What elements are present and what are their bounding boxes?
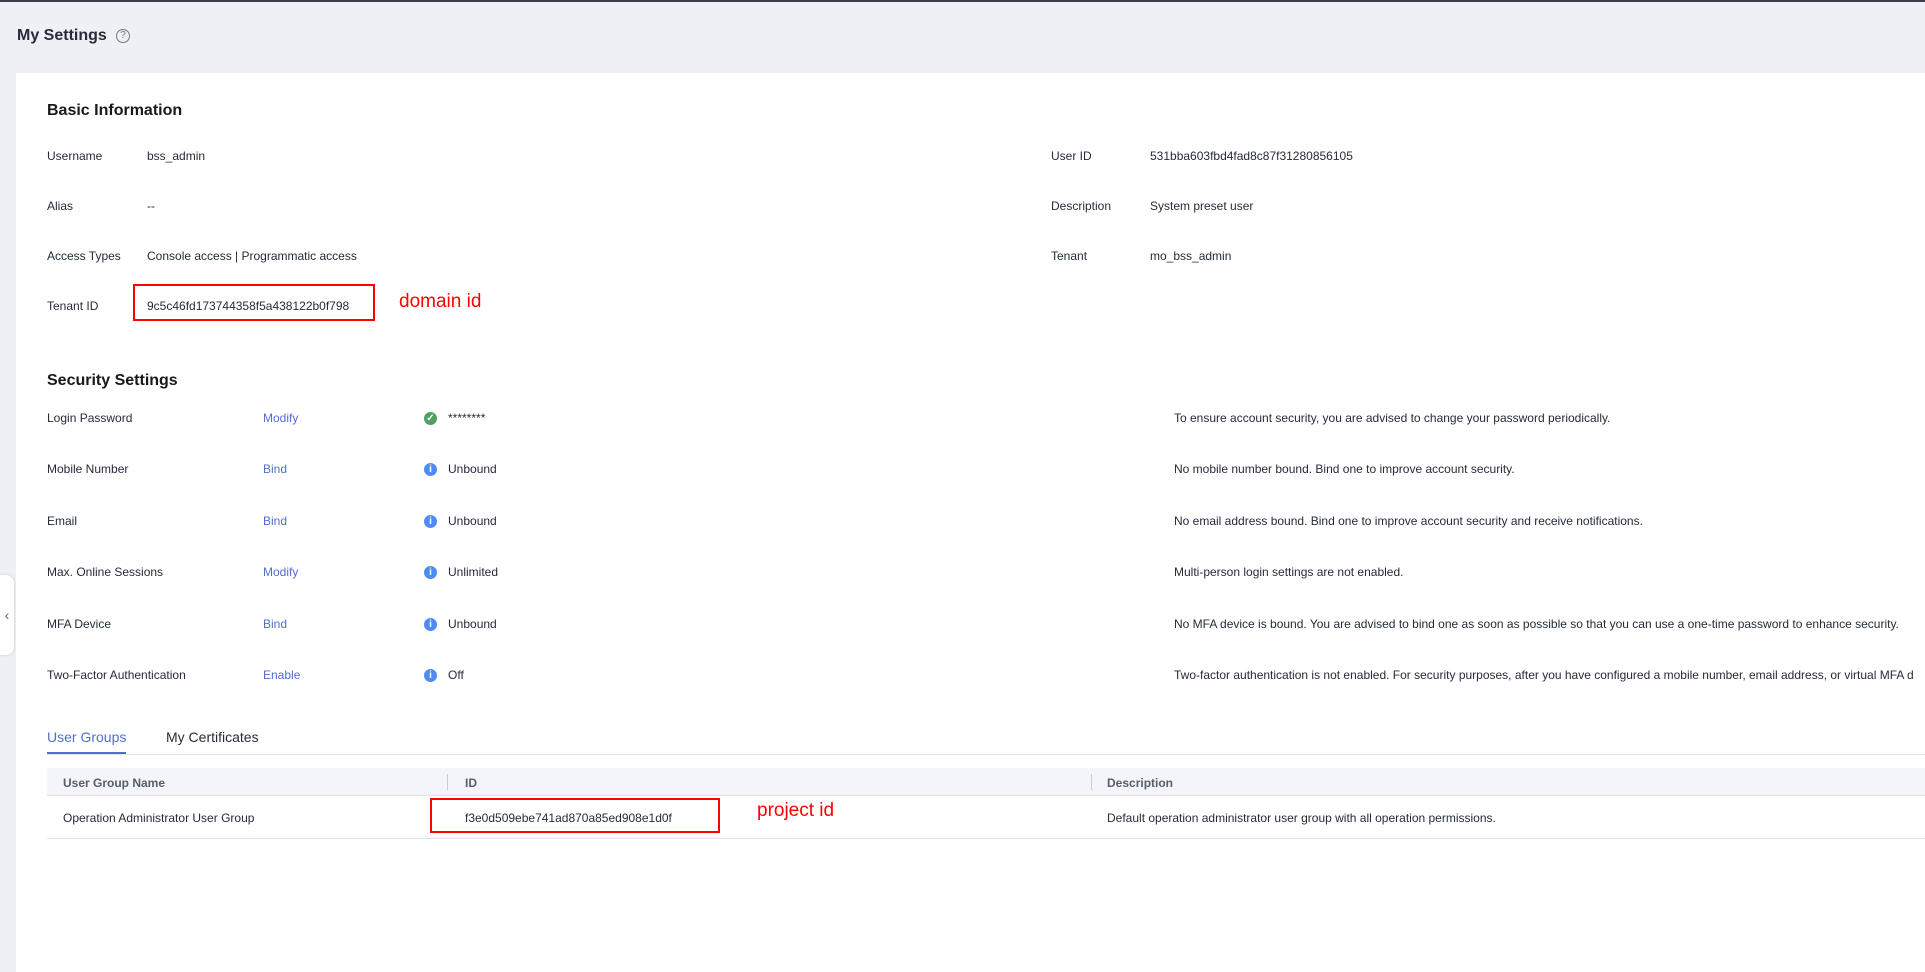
security-status: ********	[448, 411, 486, 425]
basic-value: System preset user	[1150, 199, 1254, 213]
question-circle-icon[interactable]: ?	[116, 29, 130, 43]
basic-label: Tenant ID	[47, 299, 99, 313]
basic-value: 531bba603fbd4fad8c87f31280856105	[1150, 149, 1353, 163]
security-action-link[interactable]: Bind	[263, 514, 287, 528]
info-circle-icon: i	[424, 463, 437, 476]
security-label: Max. Online Sessions	[47, 565, 164, 579]
security-label: Login Password	[47, 411, 133, 425]
project-id-annotation: project id	[757, 800, 835, 821]
column-divider[interactable]	[447, 774, 448, 790]
basic-value: Console access | Programmatic access	[147, 249, 357, 263]
basic-label: Description	[1051, 199, 1112, 213]
basic-value: bss_admin	[147, 149, 206, 163]
security-action-link[interactable]: Modify	[263, 411, 298, 425]
basic-label: Tenant	[1051, 249, 1088, 263]
tabs-divider	[47, 754, 1925, 755]
tab-user-groups[interactable]: User Groups	[47, 729, 126, 745]
basic-label: User ID	[1051, 149, 1092, 163]
security-action-link[interactable]: Enable	[263, 668, 300, 682]
security-label: MFA Device	[47, 617, 112, 631]
basic-value: --	[147, 199, 155, 213]
collapse-sidebar-handle[interactable]: ‹	[0, 575, 14, 655]
security-description: Two-factor authentication is not enabled…	[1174, 668, 1914, 682]
security-description: Multi-person login settings are not enab…	[1174, 565, 1404, 579]
security-status: Unlimited	[448, 565, 499, 579]
top-border	[0, 0, 1925, 2]
info-circle-icon: i	[424, 669, 437, 682]
column-divider[interactable]	[1091, 774, 1092, 790]
security-description: No MFA device is bound. You are advised …	[1174, 617, 1899, 631]
security-description: No email address bound. Bind one to impr…	[1174, 514, 1643, 528]
security-label: Email	[47, 514, 78, 528]
col-user-group-name: User Group Name	[63, 776, 166, 790]
table-row: Operation Administrator User Group f3e0d…	[47, 797, 1925, 839]
domain-id-annotation: domain id	[399, 291, 482, 312]
tab-my-certificates[interactable]: My Certificates	[166, 729, 259, 745]
security-status: Off	[448, 668, 464, 682]
basic-label: Alias	[47, 199, 74, 213]
table-header: User Group Name ID Description	[47, 768, 1925, 796]
info-circle-icon: i	[424, 618, 437, 631]
tenant-id-highlight	[133, 284, 375, 321]
basic-label: Username	[47, 149, 103, 163]
info-circle-icon: i	[424, 515, 437, 528]
security-description: No mobile number bound. Bind one to impr…	[1174, 462, 1515, 476]
security-action-link[interactable]: Bind	[263, 462, 287, 476]
security-label: Two-Factor Authentication	[47, 668, 186, 682]
security-action-link[interactable]: Modify	[263, 565, 298, 579]
project-id-highlight	[430, 798, 720, 833]
basic-label: Access Types	[47, 249, 121, 263]
chevron-left-icon: ‹	[4, 607, 10, 623]
security-status: Unbound	[448, 462, 497, 476]
security-settings-title: Security Settings	[47, 372, 178, 389]
check-circle-icon: ✓	[424, 412, 437, 425]
user-group-description: Default operation administrator user gro…	[1107, 811, 1496, 825]
security-label: Mobile Number	[47, 462, 129, 476]
user-group-name: Operation Administrator User Group	[63, 811, 255, 825]
basic-value: mo_bss_admin	[1150, 249, 1232, 263]
page-title: My Settings	[17, 27, 107, 44]
security-action-link[interactable]: Bind	[263, 617, 287, 631]
col-description: Description	[1107, 776, 1174, 790]
info-circle-icon: i	[424, 566, 437, 579]
security-status: Unbound	[448, 514, 497, 528]
col-id: ID	[465, 776, 477, 790]
security-status: Unbound	[448, 617, 497, 631]
basic-info-title: Basic Information	[47, 102, 183, 119]
security-description: To ensure account security, you are advi…	[1174, 411, 1611, 425]
